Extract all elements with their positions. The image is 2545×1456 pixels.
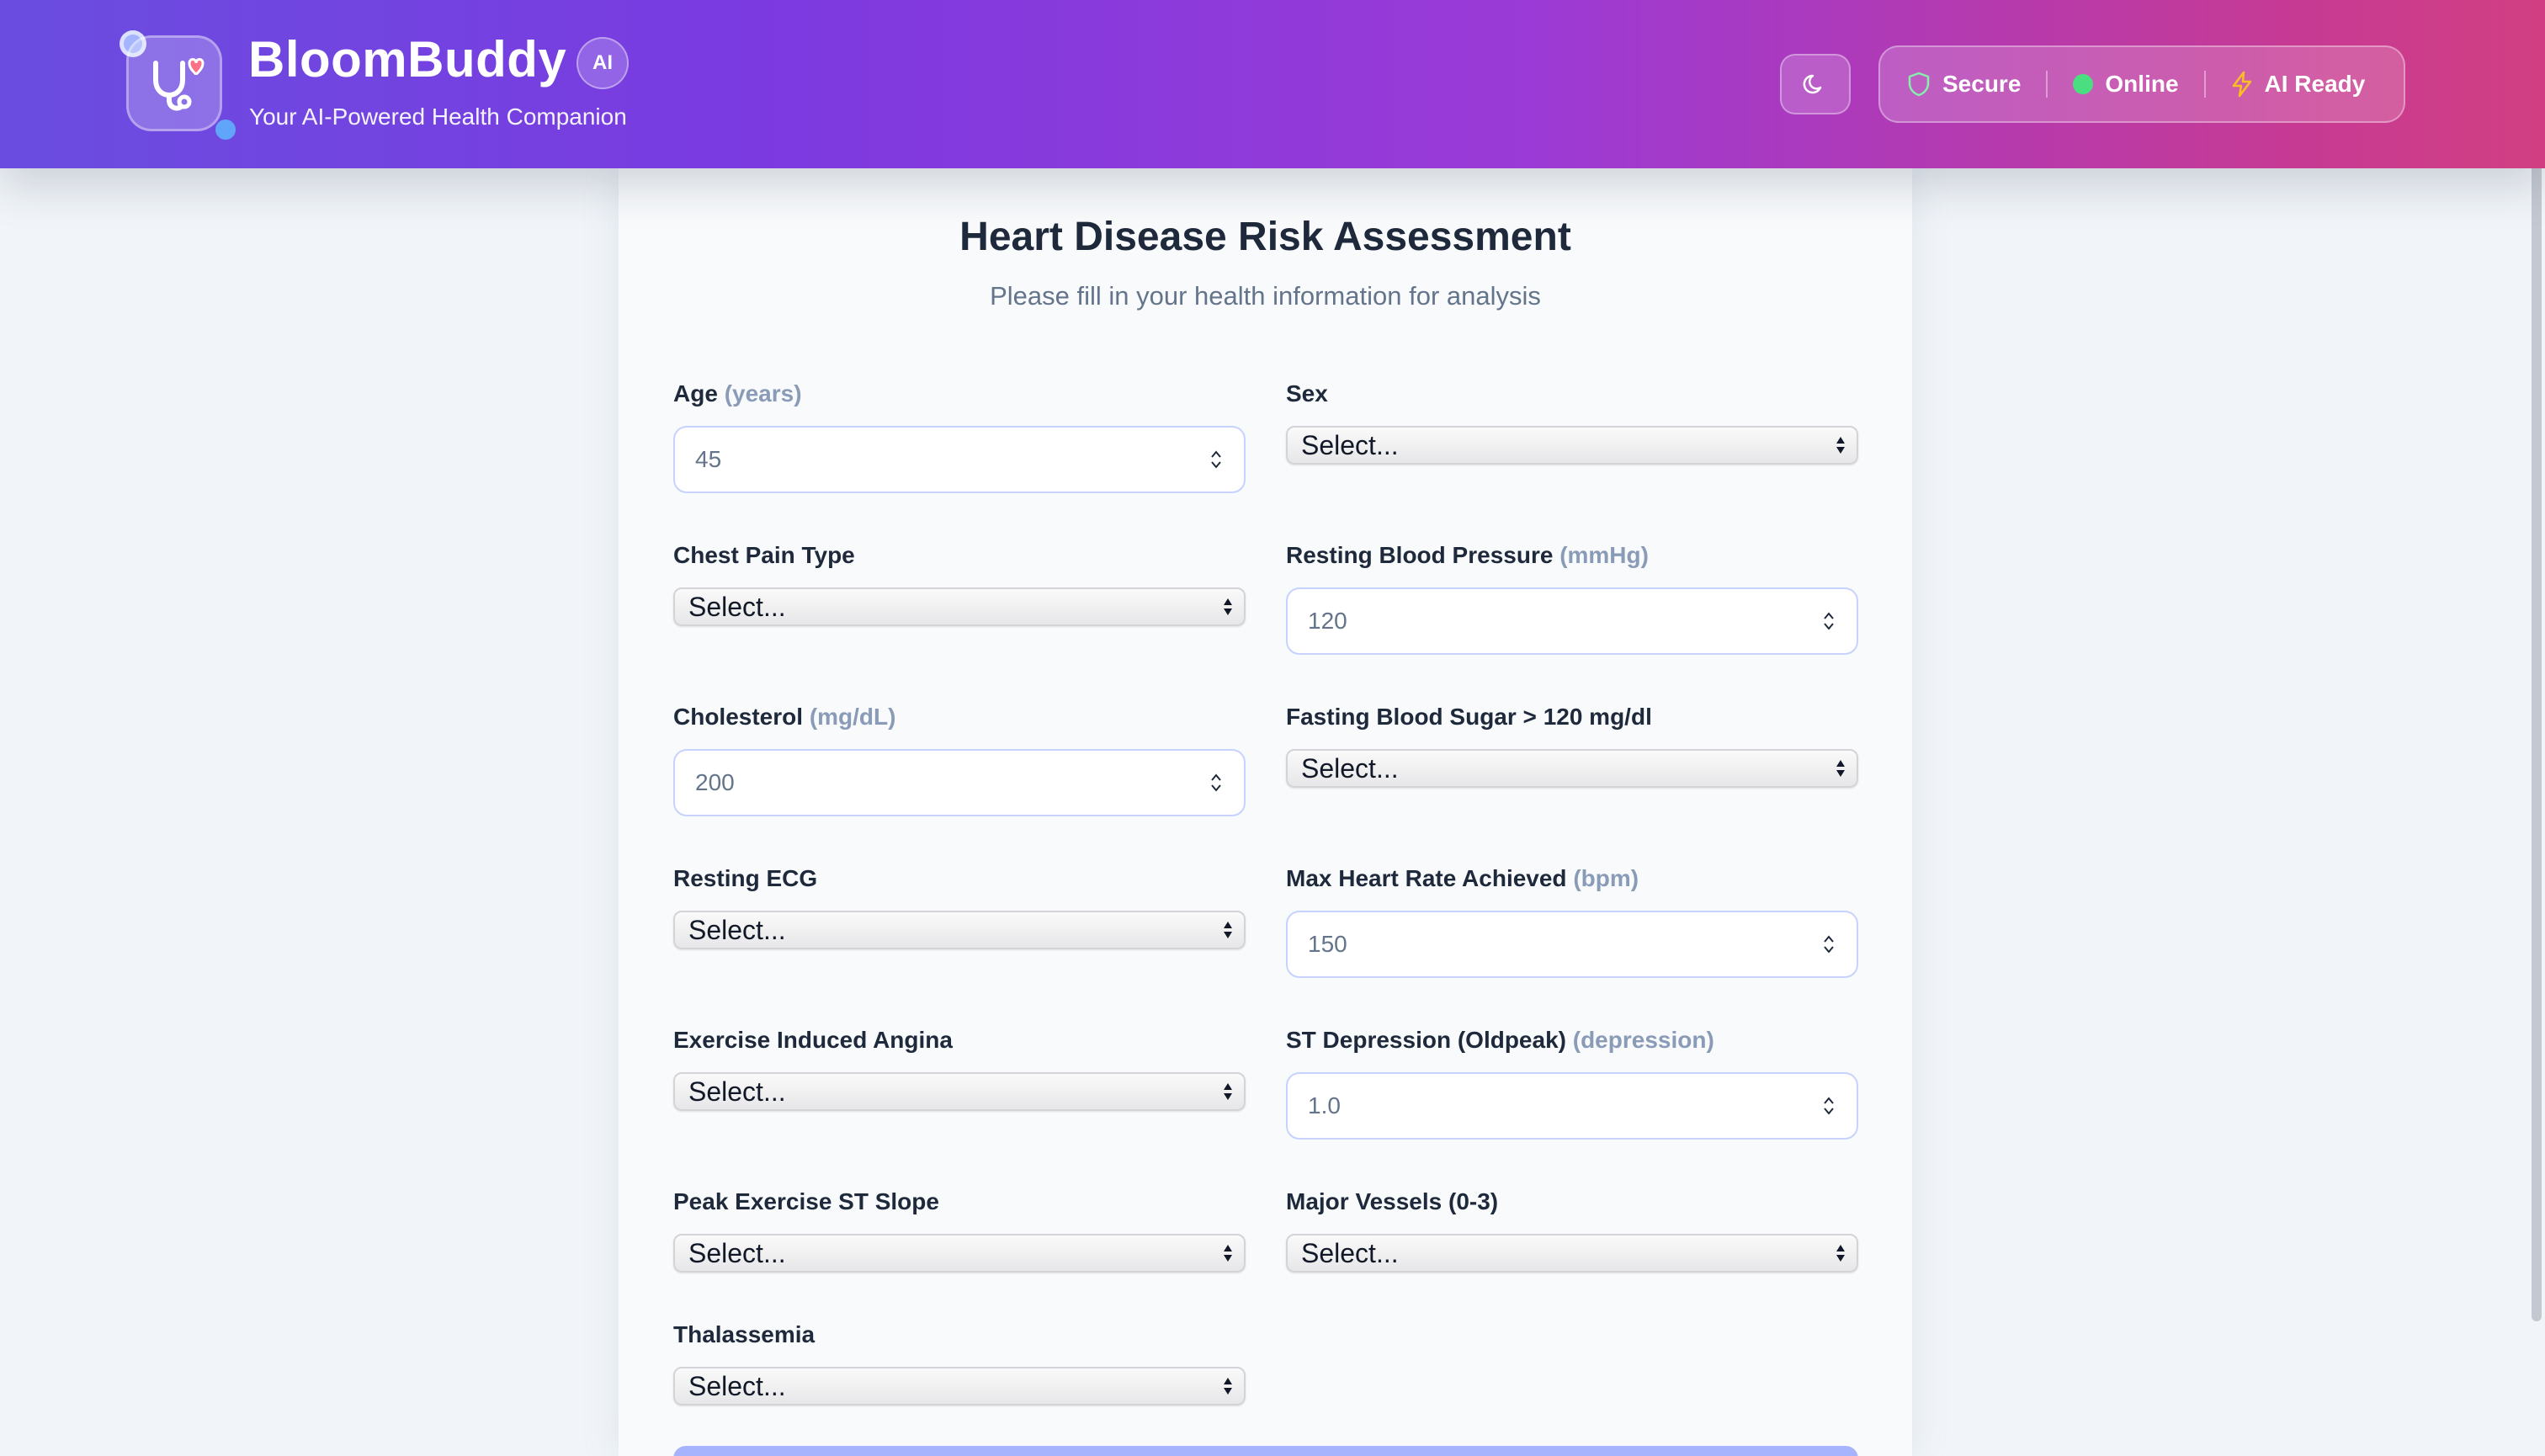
form-title: Heart Disease Risk Assessment	[959, 215, 1571, 259]
status-online-label: Online	[2105, 71, 2179, 97]
max-hr-placeholder: 150	[1308, 931, 1347, 957]
status-divider	[2046, 71, 2048, 98]
select-arrows-icon	[1835, 434, 1846, 456]
select-arrows-icon	[1835, 757, 1846, 779]
resting-ecg-select-value: Select...	[688, 914, 786, 945]
max-hr-input[interactable]: 150	[1286, 911, 1858, 978]
spinner-icon[interactable]	[1210, 772, 1222, 794]
fbs-select[interactable]: Select...	[1286, 749, 1858, 788]
max-hr-unit: (bpm)	[1573, 865, 1639, 891]
spinner-icon[interactable]	[1823, 610, 1835, 632]
sex-label: Sex	[1286, 380, 1328, 407]
select-arrows-icon	[1222, 1375, 1234, 1397]
app-title: BloomBuddy	[248, 31, 567, 88]
resting-ecg-label: Resting ECG	[673, 865, 818, 891]
cholesterol-placeholder: 200	[695, 769, 735, 795]
fbs-label: Fasting Blood Sugar > 120 mg/dl	[1286, 704, 1652, 730]
select-arrows-icon	[1222, 919, 1234, 941]
thal-label: Thalassemia	[673, 1321, 816, 1347]
cholesterol-input[interactable]: 200	[673, 749, 1246, 816]
max-hr-label: Max Heart Rate Achieved (bpm)	[1286, 865, 1639, 891]
resting-ecg-select[interactable]: Select...	[673, 911, 1246, 949]
sex-select-value: Select...	[1301, 429, 1399, 460]
resting-bp-placeholder: 120	[1308, 608, 1347, 634]
theme-toggle-button[interactable]	[1780, 54, 1851, 114]
status-secure: Secure	[1907, 71, 2021, 98]
oldpeak-input[interactable]: 1.0	[1286, 1072, 1858, 1140]
assessment-form-card: Heart Disease Risk Assessment Please fil…	[619, 168, 1912, 1456]
lightning-icon	[2231, 71, 2253, 98]
resting-bp-unit: (mmHg)	[1559, 542, 1649, 568]
moon-icon	[1803, 74, 1822, 94]
select-arrows-icon	[1222, 596, 1234, 618]
thal-select[interactable]: Select...	[673, 1367, 1246, 1406]
scrollbar-thumb[interactable]	[2532, 151, 2542, 1321]
online-indicator-icon	[2073, 74, 2094, 94]
cholesterol-unit: (mg/dL)	[809, 704, 896, 730]
chest-pain-label: Chest Pain Type	[673, 542, 855, 568]
status-secure-label: Secure	[1942, 71, 2022, 97]
age-unit: (years)	[724, 380, 802, 407]
angina-select-value: Select...	[688, 1076, 786, 1107]
ai-badge: AI	[576, 37, 629, 89]
resting-bp-input[interactable]: 120	[1286, 587, 1858, 655]
oldpeak-unit: (depression)	[1572, 1027, 1714, 1053]
shield-icon	[1907, 72, 1931, 97]
stethoscope-heart-icon	[153, 58, 205, 111]
status-bar: Secure Online AI Ready	[1878, 45, 2405, 123]
spinner-icon[interactable]	[1210, 449, 1222, 470]
form-subtitle: Please fill in your health information f…	[990, 281, 1541, 311]
angina-select[interactable]: Select...	[673, 1072, 1246, 1111]
st-slope-label: Peak Exercise ST Slope	[673, 1188, 939, 1214]
spinner-icon[interactable]	[1823, 1095, 1835, 1117]
app-header: BloomBuddy AI Your AI-Powered Health Com…	[0, 0, 2545, 168]
angina-label: Exercise Induced Angina	[673, 1027, 953, 1053]
vessels-select[interactable]: Select...	[1286, 1234, 1858, 1273]
thal-select-value: Select...	[688, 1370, 786, 1401]
submit-button[interactable]	[673, 1446, 1858, 1456]
fbs-select-value: Select...	[1301, 752, 1399, 784]
vessels-select-value: Select...	[1301, 1237, 1399, 1268]
select-arrows-icon	[1222, 1081, 1234, 1103]
app-tagline: Your AI-Powered Health Companion	[249, 104, 627, 130]
app-logo[interactable]	[126, 35, 222, 131]
age-label: Age (years)	[673, 380, 802, 407]
cholesterol-label: Cholesterol (mg/dL)	[673, 704, 896, 730]
logo-decoration-dot	[215, 120, 236, 140]
status-ai-ready-label: AI Ready	[2264, 71, 2366, 97]
select-arrows-icon	[1835, 1242, 1846, 1264]
status-online: Online	[2073, 71, 2179, 98]
age-placeholder: 45	[695, 446, 722, 472]
select-arrows-icon	[1222, 1242, 1234, 1264]
st-slope-select[interactable]: Select...	[673, 1234, 1246, 1273]
chest-pain-select[interactable]: Select...	[673, 587, 1246, 626]
st-slope-select-value: Select...	[688, 1237, 786, 1268]
age-input[interactable]: 45	[673, 426, 1246, 493]
sex-select[interactable]: Select...	[1286, 426, 1858, 465]
status-ai-ready: AI Ready	[2231, 71, 2366, 98]
status-divider	[2203, 71, 2206, 98]
oldpeak-label: ST Depression (Oldpeak) (depression)	[1286, 1027, 1714, 1053]
spinner-icon[interactable]	[1823, 933, 1835, 955]
oldpeak-placeholder: 1.0	[1308, 1092, 1341, 1119]
chest-pain-select-value: Select...	[688, 591, 786, 622]
vessels-label: Major Vessels (0-3)	[1286, 1188, 1499, 1214]
resting-bp-label: Resting Blood Pressure (mmHg)	[1286, 542, 1649, 568]
